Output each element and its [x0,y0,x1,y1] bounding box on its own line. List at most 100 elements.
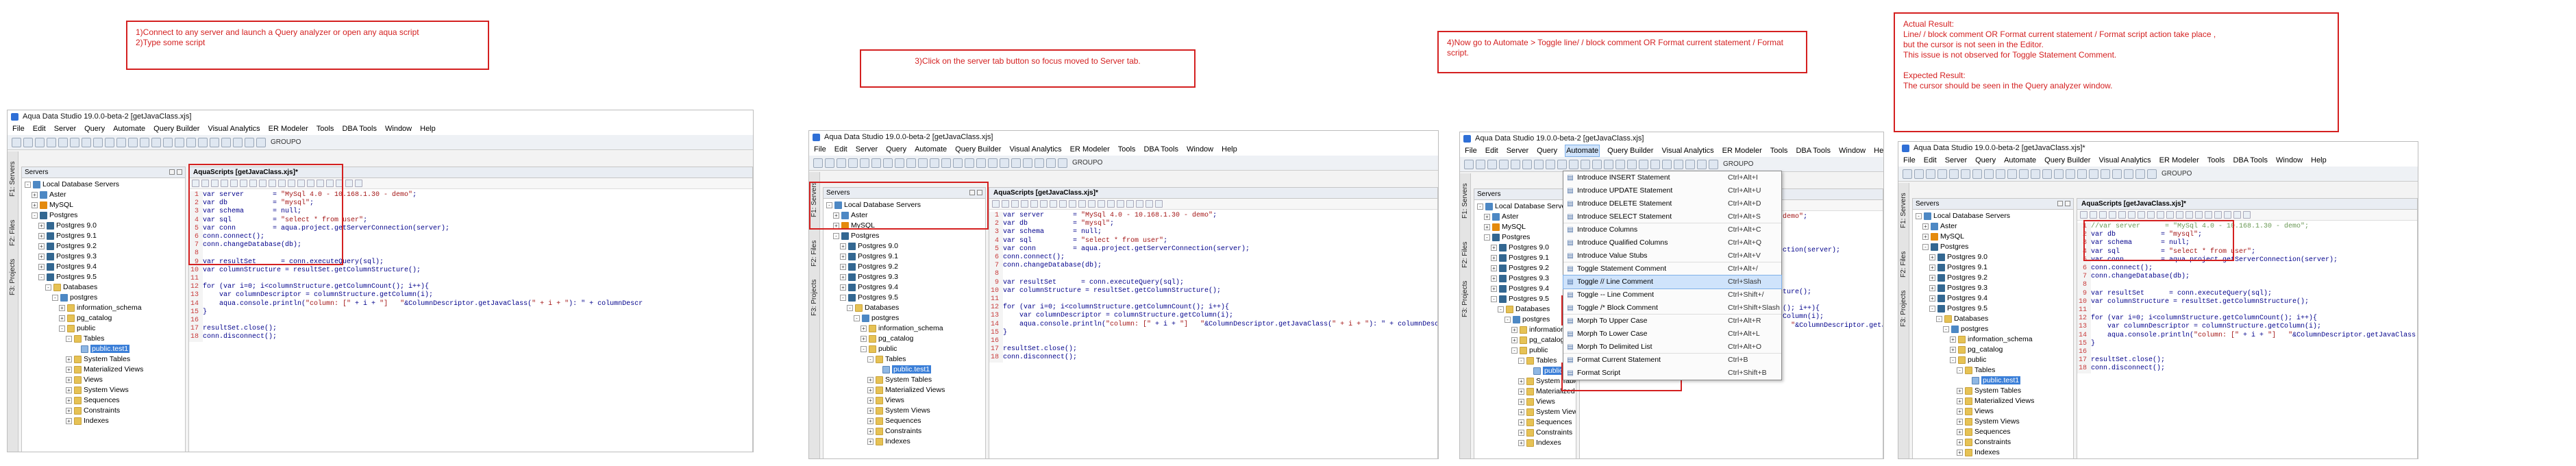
tree-node[interactable]: + Postgres 9.1 [22,231,185,241]
menu-help[interactable]: Help [1873,145,1883,157]
toolbar-button-icon[interactable] [1546,159,1555,169]
code-line[interactable]: 13 var columnDescriptor = columnStructur… [2077,323,2417,332]
tree-expander-icon[interactable]: - [1484,234,1490,241]
tree-node[interactable]: + Postgres 9.1 [823,252,985,262]
editor-tool-icon[interactable] [2118,211,2126,219]
side-tab-2[interactable]: F2: Files [8,201,18,250]
toolbar-button-icon[interactable] [965,158,974,168]
tree-expander-icon[interactable]: + [66,376,72,383]
code-line[interactable]: 9var resultSet = conn.executeQuery(sql); [2077,289,2417,298]
menu-visual-analytics[interactable]: Visual Analytics [1661,145,1714,157]
editor-tool-icon[interactable] [2195,211,2203,219]
editor-tool-icon[interactable] [2185,211,2193,219]
toolbar-button-icon[interactable] [1557,159,1567,169]
tree-node[interactable]: - Tables [22,334,185,344]
toolbar-button-icon[interactable] [2019,169,2029,179]
menu-er-modeler[interactable]: ER Modeler [1069,143,1111,156]
tree-node[interactable]: + Postgres 9.3 [22,252,185,262]
side-tab-2[interactable]: F2: Files [1898,232,1909,282]
tree-expander-icon[interactable]: + [1950,346,1956,353]
code-line[interactable]: 16 [989,337,1437,346]
tree-expander-icon[interactable]: + [1929,284,1935,291]
tree-expander-icon[interactable]: - [45,284,51,291]
toolbar-button-icon[interactable] [210,137,219,147]
tree-node[interactable]: + Indexes [1474,438,1576,448]
code-line[interactable]: 18conn.disconnect(); [189,333,752,342]
tree-expander-icon[interactable]: + [1929,264,1935,271]
tree-expander-icon[interactable]: + [1950,336,1956,343]
code-line[interactable]: 7conn.changeDatabase(db); [989,262,1437,271]
side-tab-3[interactable]: F3: Projects [8,250,18,299]
toolbar-button-icon[interactable] [23,137,33,147]
code-line[interactable]: 11 [2077,306,2417,315]
tree-node[interactable]: public.test1 [1474,366,1576,376]
automate-menu-item[interactable]: ▤ Introduce Qualified Columns Ctrl+Alt+Q [1563,236,1781,249]
code-line[interactable]: 15} [989,328,1437,338]
menu-automate[interactable]: Automate [2003,154,2037,167]
code-line[interactable]: 18conn.disconnect(); [2077,365,2417,373]
menu-visual-analytics[interactable]: Visual Analytics [2098,154,2151,167]
editor-tool-icon[interactable] [1011,200,1019,208]
editor-tool-icon[interactable] [2214,211,2222,219]
tree-expander-icon[interactable]: - [1504,316,1511,323]
toolbar-button-icon[interactable] [198,137,208,147]
tree-node[interactable]: + Indexes [1913,447,2073,458]
toolbar-button-icon[interactable] [70,137,79,147]
code-line[interactable]: 6conn.connect(); [2077,265,2417,273]
editor-tool-icon[interactable] [2128,211,2135,219]
tree-node[interactable]: - public [1913,355,2073,365]
toolbar-button-icon[interactable] [245,137,254,147]
tree-node[interactable]: + Sequences [22,395,185,406]
editor-tool-icon[interactable] [2233,211,2241,219]
tree-node[interactable]: - Local Database Servers [1474,201,1576,212]
menu-query-builder[interactable]: Query Builder [153,123,200,135]
toolbar-button-icon[interactable] [871,158,881,168]
tree-node[interactable]: + Constraints [1474,428,1576,438]
tree-expander-icon[interactable]: - [1922,243,1929,250]
tree-node[interactable]: + System Views [1913,417,2073,427]
automate-menu-item[interactable]: ▤ Morph To Upper Case Ctrl+Alt+R [1563,315,1781,328]
code-line[interactable]: 17resultSet.close(); [989,345,1437,354]
tree-expander-icon[interactable]: - [1916,212,1922,219]
toolbar-button-icon[interactable] [2112,169,2122,179]
tree-node[interactable]: + Postgres 9.1 [1474,253,1576,263]
toolbar-button-icon[interactable] [2135,169,2145,179]
tree-node[interactable]: + MySQL [22,200,185,210]
tree-node[interactable]: + Aster [1474,212,1576,222]
code-line[interactable]: 13 var columnDescriptor = columnStructur… [189,291,752,300]
toolbar-button-icon[interactable] [1534,159,1544,169]
tree-node[interactable]: public.test1 [22,344,185,354]
tree-expander-icon[interactable]: - [1957,367,1963,373]
tree-node[interactable]: - Tables [823,354,985,365]
code-line[interactable]: 12for (var i=0; i<columnStructure.getCol… [189,283,752,292]
editor-tool-icon[interactable] [1088,200,1095,208]
tree-node[interactable]: + Postgres 9.4 [1474,284,1576,294]
tree-node[interactable]: - Databases [823,303,985,313]
menu-dba-tools[interactable]: DBA Tools [341,123,377,135]
toolbar-button-icon[interactable] [848,158,858,168]
menu-window[interactable]: Window [384,123,412,135]
code-line[interactable]: 10var columnStructure = resultSet.getCol… [189,266,752,275]
tree-expander-icon[interactable]: + [1957,408,1963,415]
automate-menu-item[interactable]: ▤ Morph To Lower Case Ctrl+Alt+L [1563,328,1781,341]
tree-node[interactable]: +System Tables [1474,376,1576,387]
tree-expander-icon[interactable]: - [66,335,72,342]
toolbar-button-icon[interactable] [1499,159,1509,169]
tree-expander-icon[interactable]: + [860,335,867,342]
tree-expander-icon[interactable]: - [32,212,38,219]
tree-expander-icon[interactable]: + [867,438,874,445]
side-tab-1[interactable]: F1: Servers [1460,173,1470,223]
automate-menu-item[interactable]: ▤ Format Script Ctrl+Shift+B [1563,367,1781,380]
automate-menu-item[interactable]: ▤ Introduce UPDATE Statement Ctrl+Alt+U [1563,184,1781,197]
side-tab-1[interactable]: F1: Servers [8,151,18,201]
toolbar-button-icon[interactable] [256,137,266,147]
code-line[interactable]: 6conn.connect(); [989,254,1437,262]
tree-expander-icon[interactable]: + [1957,397,1963,404]
tree-expander-icon[interactable]: + [1518,378,1524,384]
tree-expander-icon[interactable]: - [860,345,867,352]
editor-tab[interactable]: AquaScripts [getJavaClass.xjs]* [2077,199,2417,210]
tree-expander-icon[interactable]: - [59,325,65,332]
tree-node[interactable]: - public [823,344,985,354]
toolbar-button-icon[interactable] [1058,158,1067,168]
menu-visual-analytics[interactable]: Visual Analytics [1008,143,1062,156]
